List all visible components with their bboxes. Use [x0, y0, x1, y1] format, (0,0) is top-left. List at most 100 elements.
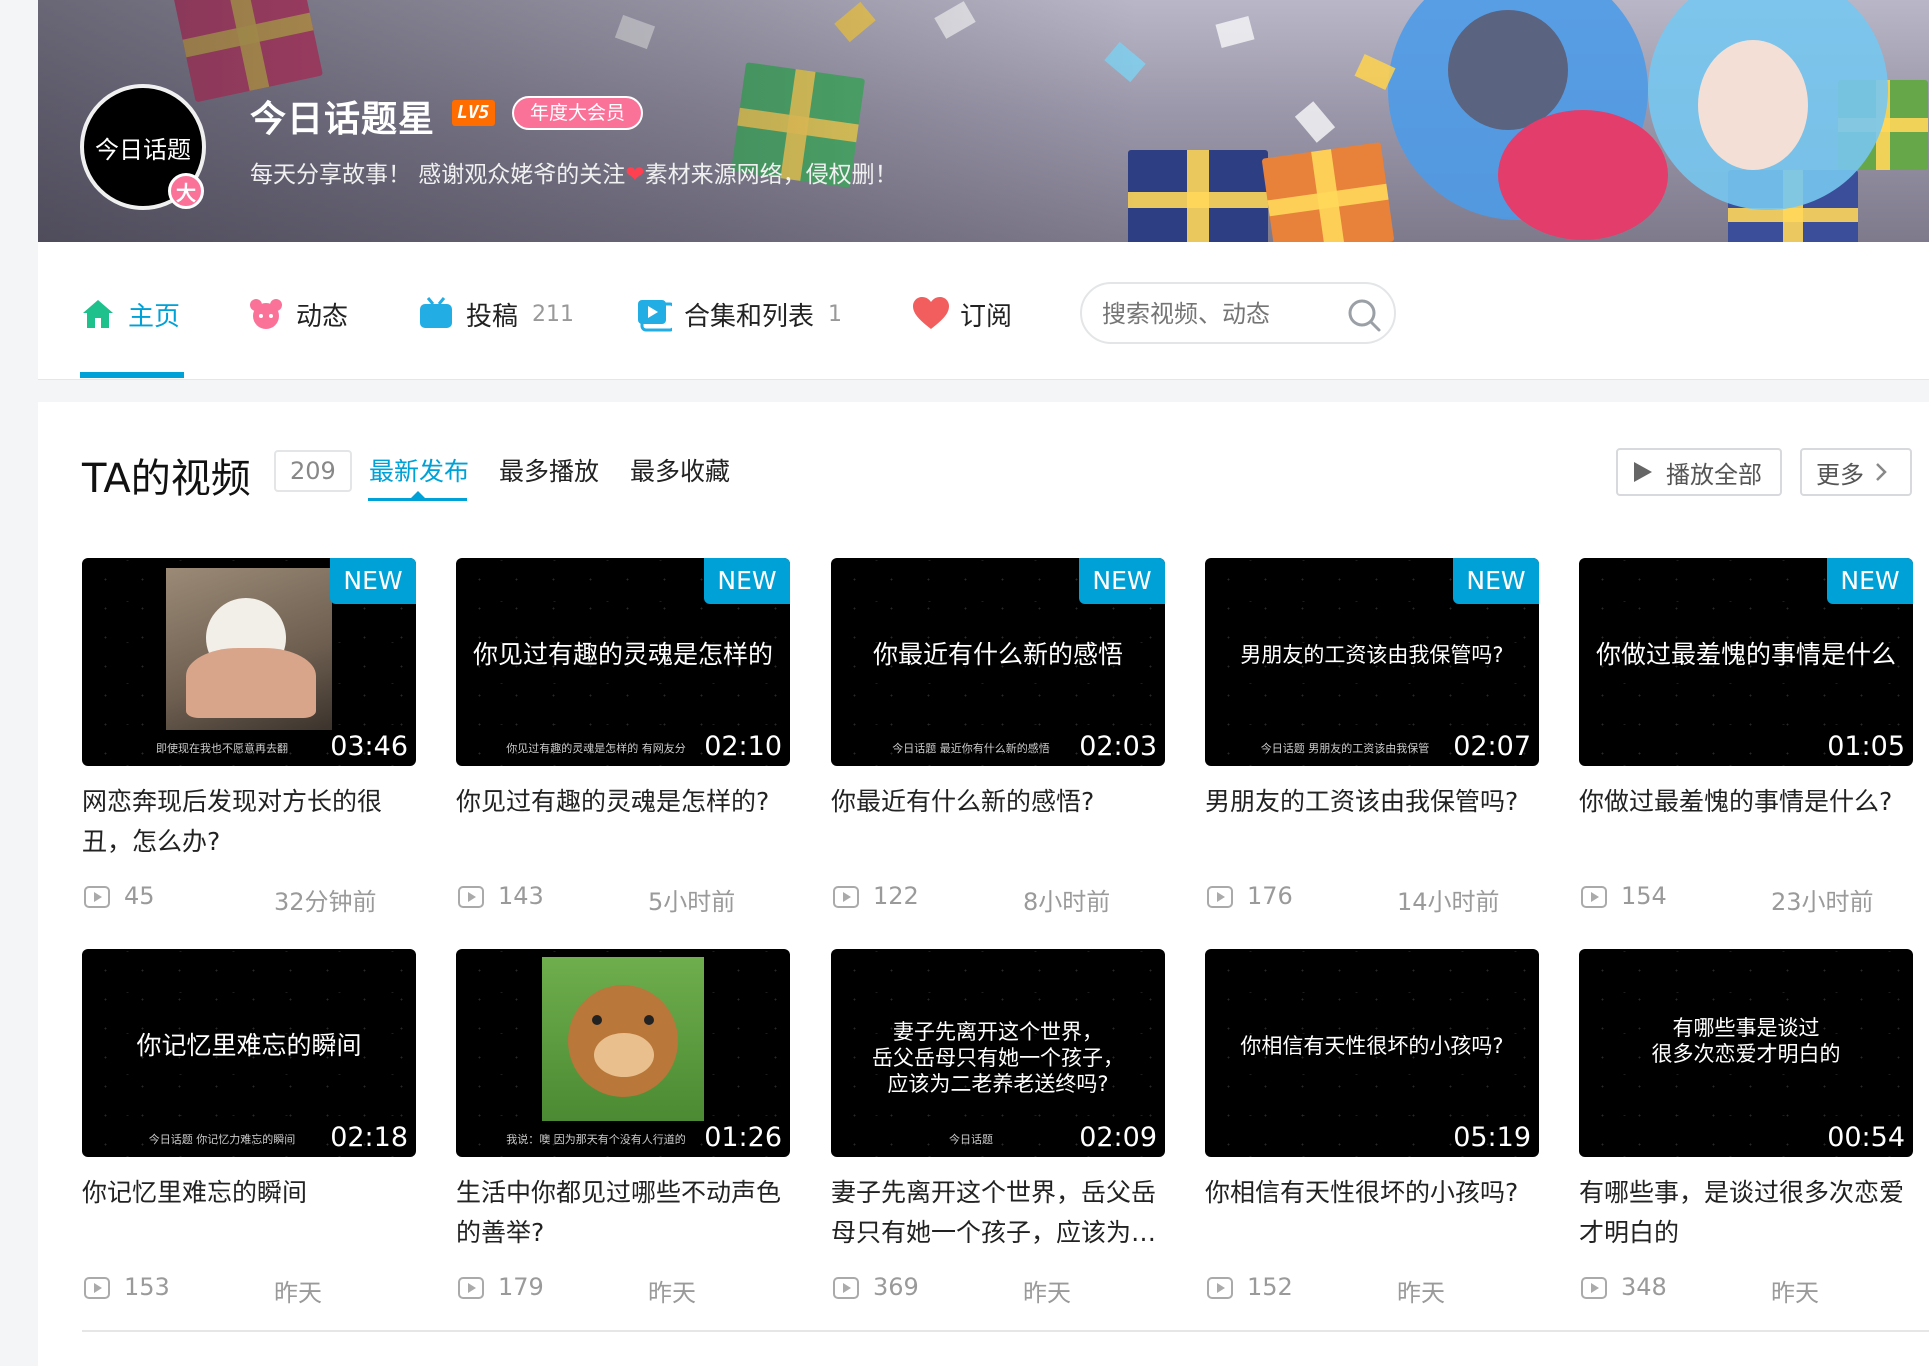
user-name[interactable]: 今日话题星: [250, 90, 435, 142]
video-card[interactable]: 你记忆里难忘的瞬间 今日话题 你记忆力难忘的瞬间 02:18 你记忆里难忘的瞬间 153…: [82, 949, 416, 1309]
play-count: 179: [498, 1273, 544, 1301]
profile-nav: 主页 动态 投稿 211 合集和列表 1 订阅: [38, 242, 1929, 380]
play-all-button[interactable]: 播放全部: [1616, 448, 1782, 496]
video-thumbnail[interactable]: 你相信有天性很坏的小孩吗? 05:19: [1205, 949, 1539, 1157]
tab-label: 订阅: [960, 301, 1013, 332]
search-icon[interactable]: [1346, 297, 1382, 333]
thumbnail-caption: 你相信有天性很坏的小孩吗?: [1240, 1034, 1504, 1058]
banner-decoration: [1128, 150, 1268, 242]
thumbnail-photo: [166, 568, 332, 730]
video-card[interactable]: 你做过最羞愧的事情是什么 01:05 NEW 你做过最羞愧的事情是什么? 154 23小时…: [1579, 558, 1913, 918]
video-count-badge: 209: [274, 450, 352, 492]
play-count-icon: [458, 1277, 484, 1299]
tab-home[interactable]: 主页: [80, 294, 180, 334]
new-badge: NEW: [1827, 558, 1913, 604]
video-card[interactable]: 我说：噢 因为那天有个没有人行道的 01:26 生活中你都见过哪些不动声色的善举? 1…: [456, 949, 790, 1309]
video-duration: 00:54: [1827, 1122, 1905, 1153]
video-card[interactable]: 你见过有趣的灵魂是怎样的 你见过有趣的灵魂是怎样的 有网友分 02:10 NEW 你见过…: [456, 558, 790, 918]
video-thumbnail[interactable]: 你最近有什么新的感悟 今日话题 最近你有什么新的感悟 02:03 NEW: [831, 558, 1165, 766]
video-duration: 05:19: [1453, 1122, 1531, 1153]
video-title[interactable]: 网恋奔现后发现对方长的很丑，怎么办?: [82, 782, 416, 862]
vip-badge[interactable]: 年度大会员: [512, 96, 644, 130]
video-title[interactable]: 你相信有天性很坏的小孩吗?: [1205, 1173, 1539, 1213]
video-card[interactable]: 你最近有什么新的感悟 今日话题 最近你有什么新的感悟 02:03 NEW 你最近有什么新…: [831, 558, 1165, 918]
video-card[interactable]: 有哪些事是谈过 很多次恋爱才明白的 00:54 有哪些事，是谈过很多次恋爱才明白的 3…: [1579, 949, 1913, 1309]
play-count-icon: [833, 886, 859, 908]
video-thumbnail[interactable]: 有哪些事是谈过 很多次恋爱才明白的 00:54: [1579, 949, 1913, 1157]
search-box[interactable]: [1080, 282, 1396, 344]
video-duration: 02:09: [1079, 1122, 1157, 1153]
video-title[interactable]: 你做过最羞愧的事情是什么?: [1579, 782, 1913, 822]
upload-time: 23小时前: [1771, 888, 1874, 916]
tab-label: 主页: [128, 301, 181, 332]
sort-tab-most-played[interactable]: 最多播放: [499, 452, 599, 488]
video-title[interactable]: 有哪些事，是谈过很多次恋爱才明白的: [1579, 1173, 1913, 1253]
thumbnail-caption: 你做过最羞愧的事情是什么: [1595, 640, 1896, 669]
video-meta: 152 昨天: [1205, 1273, 1539, 1307]
video-meta: 143 5小时前: [456, 882, 790, 916]
collections-count: 1: [828, 301, 843, 327]
upload-time: 昨天: [1397, 1279, 1445, 1307]
tab-subscriptions[interactable]: 订阅: [912, 294, 1012, 334]
video-thumbnail[interactable]: 你记忆里难忘的瞬间 今日话题 你记忆力难忘的瞬间 02:18: [82, 949, 416, 1157]
video-thumbnail[interactable]: 我说：噢 因为那天有个没有人行道的 01:26: [456, 949, 790, 1157]
tab-label: 动态: [296, 301, 349, 332]
video-thumbnail[interactable]: 妻子先离开这个世界， 岳父岳母只有她一个孩子， 应该为二老养老送终吗? 今日话题 0…: [831, 949, 1165, 1157]
play-count-icon: [84, 1277, 110, 1299]
video-meta: 122 8小时前: [831, 882, 1165, 916]
thumbnail-subtitle: 我说：噢 因为那天有个没有人行道的: [506, 1133, 686, 1146]
video-title[interactable]: 你记忆里难忘的瞬间: [82, 1173, 416, 1213]
sort-indicator: [368, 498, 467, 501]
video-card[interactable]: 你相信有天性很坏的小孩吗? 05:19 你相信有天性很坏的小孩吗? 152 昨天: [1205, 949, 1539, 1309]
videos-panel: TA的视频 209 最新发布 最多播放 最多收藏 播放全部 更多 即使现在我也不…: [38, 402, 1929, 1366]
heart-icon: ❤: [625, 162, 645, 188]
tab-uploads[interactable]: 投稿 211: [418, 294, 574, 334]
video-title[interactable]: 你见过有趣的灵魂是怎样的?: [456, 782, 790, 822]
banner-decoration: [1448, 10, 1568, 130]
video-card[interactable]: 男朋友的工资该由我保管吗? 今日话题 男朋友的工资该由我保管 02:07 NEW 男朋友…: [1205, 558, 1539, 918]
play-count: 45: [124, 882, 155, 910]
sort-tab-most-favorited[interactable]: 最多收藏: [630, 452, 730, 488]
more-button[interactable]: 更多: [1800, 448, 1912, 496]
new-badge: NEW: [330, 558, 416, 604]
video-duration: 02:03: [1079, 731, 1157, 762]
banner-decoration: [1261, 142, 1395, 242]
heart-icon: [912, 296, 949, 332]
video-title[interactable]: 你最近有什么新的感悟?: [831, 782, 1165, 822]
thumbnail-subtitle: 今日话题 你记忆力难忘的瞬间: [148, 1133, 296, 1146]
video-card[interactable]: 即使现在我也不愿意再去翻 03:46 NEW 网恋奔现后发现对方长的很丑，怎么办? 45…: [82, 558, 416, 918]
video-meta: 45 32分钟前: [82, 882, 416, 916]
tab-dynamic[interactable]: 动态: [248, 294, 348, 334]
play-count: 152: [1247, 1273, 1293, 1301]
section-title: TA的视频: [82, 456, 251, 502]
play-count: 348: [1621, 1273, 1667, 1301]
video-title[interactable]: 生活中你都见过哪些不动声色的善举?: [456, 1173, 790, 1253]
tab-label: 投稿: [466, 301, 519, 332]
play-count-icon: [1207, 886, 1233, 908]
video-thumbnail[interactable]: 你见过有趣的灵魂是怎样的 你见过有趣的灵魂是怎样的 有网友分 02:10 NEW: [456, 558, 790, 766]
video-duration: 01:05: [1827, 731, 1905, 762]
thumbnail-caption: 妻子先离开这个世界， 岳父岳母只有她一个孩子， 应该为二老养老送终吗?: [872, 1020, 1124, 1096]
sort-tab-newest[interactable]: 最新发布: [369, 452, 469, 488]
upload-time: 昨天: [274, 1279, 322, 1307]
banner-decoration: [1215, 16, 1255, 48]
tab-collections[interactable]: 合集和列表 1: [636, 294, 842, 334]
video-duration: 02:07: [1453, 731, 1531, 762]
search-input[interactable]: [1102, 296, 1322, 332]
video-title[interactable]: 男朋友的工资该由我保管吗?: [1205, 782, 1539, 822]
banner-decoration: [1498, 110, 1668, 240]
video-title[interactable]: 妻子先离开这个世界，岳父岳母只有她一个孩子，应该为二老养老送终吗?: [831, 1173, 1165, 1253]
thumbnail-caption: 男朋友的工资该由我保管吗?: [1240, 643, 1504, 667]
video-card[interactable]: 妻子先离开这个世界， 岳父岳母只有她一个孩子， 应该为二老养老送终吗? 今日话题 0…: [831, 949, 1165, 1309]
video-thumbnail[interactable]: 你做过最羞愧的事情是什么 01:05 NEW: [1579, 558, 1913, 766]
thumbnail-subtitle: 今日话题 男朋友的工资该由我保管: [1260, 742, 1430, 755]
tv-icon: [418, 296, 454, 332]
video-thumbnail[interactable]: 男朋友的工资该由我保管吗? 今日话题 男朋友的工资该由我保管 02:07 NEW: [1205, 558, 1539, 766]
video-thumbnail[interactable]: 即使现在我也不愿意再去翻 03:46 NEW: [82, 558, 416, 766]
new-badge: NEW: [1079, 558, 1165, 604]
thumbnail-caption: 有哪些事是谈过 很多次恋爱才明白的: [1651, 1016, 1841, 1066]
video-meta: 153 昨天: [82, 1273, 416, 1307]
new-badge: NEW: [704, 558, 790, 604]
play-count-icon: [458, 886, 484, 908]
home-icon: [80, 296, 116, 332]
